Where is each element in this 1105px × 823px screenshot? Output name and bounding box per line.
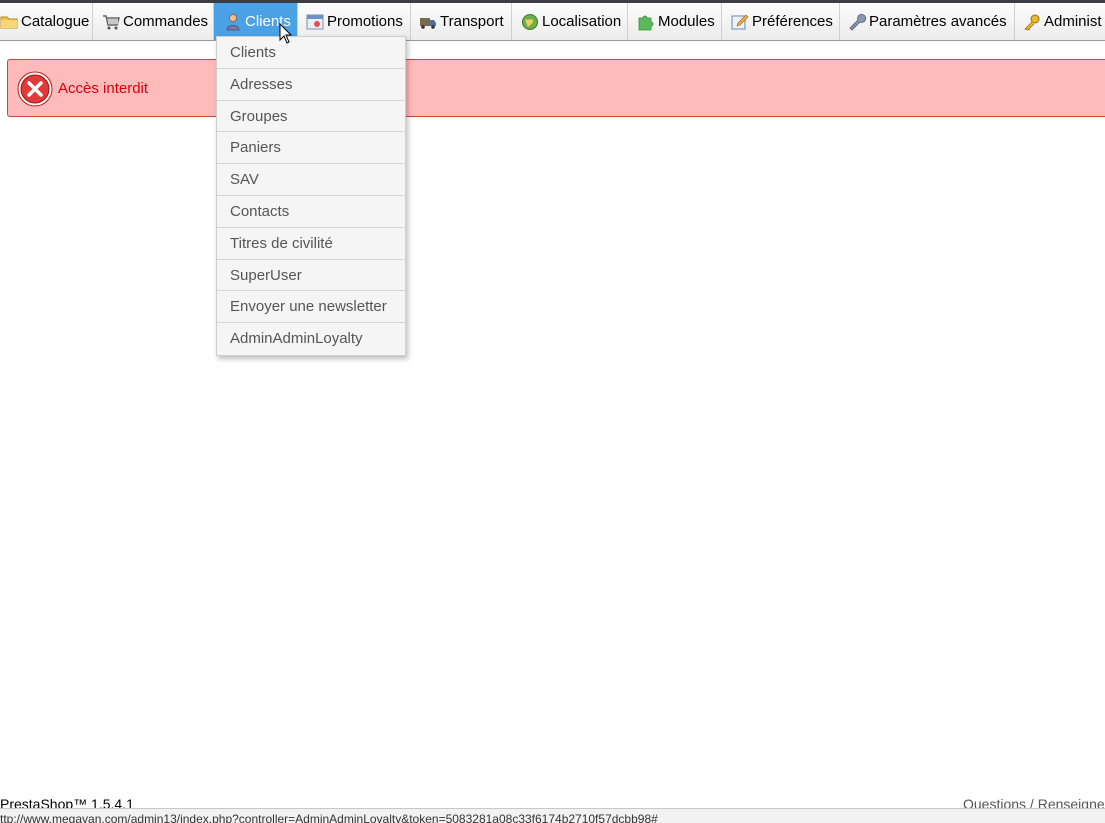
menu-promotions[interactable]: Promotions <box>298 3 411 40</box>
menu-transport[interactable]: Transport <box>411 3 512 40</box>
menu-catalogue[interactable]: Catalogue <box>0 3 93 40</box>
menu-label: Préférences <box>752 13 833 30</box>
menu-label: Promotions <box>327 13 403 30</box>
menu-label: Paramètres avancés <box>869 13 1007 30</box>
menu-label: Transport <box>440 13 504 30</box>
submenu-item-contacts[interactable]: Contacts <box>217 196 405 228</box>
menu-administration[interactable]: Administ <box>1015 3 1105 40</box>
browser-status-bar: ttp://www.megavan.com/admin13/index.php?… <box>0 808 1105 823</box>
error-icon <box>17 71 53 107</box>
menu-label: Localisation <box>542 13 622 30</box>
submenu-item-paniers[interactable]: Paniers <box>217 132 405 165</box>
menu-label: Catalogue <box>21 13 90 30</box>
menu-localisation[interactable]: Localisation <box>512 3 628 40</box>
cart-icon <box>103 14 120 29</box>
submenu-item-clients[interactable]: Clients <box>217 37 405 69</box>
folder-icon <box>0 16 18 28</box>
menu-label: Modules <box>658 13 715 30</box>
menu-label: Commandes <box>123 13 209 30</box>
submenu-item-superuser[interactable]: SuperUser <box>217 260 405 292</box>
key-icon <box>1024 14 1040 31</box>
menu-parametres-avances[interactable]: Paramètres avancés <box>840 3 1015 40</box>
status-url: ttp://www.megavan.com/admin13/index.php?… <box>0 812 658 823</box>
submenu-item-sav[interactable]: SAV <box>217 164 405 196</box>
promotion-icon <box>306 14 324 29</box>
puzzle-icon <box>638 15 654 30</box>
alert-message: Accès interdit <box>58 80 149 97</box>
wrench-icon <box>849 13 866 31</box>
error-alert: Accès interdit <box>7 59 1105 117</box>
main-menu: Catalogue Commandes Clients Promotions T… <box>0 3 1105 41</box>
menu-preferences[interactable]: Préférences <box>722 3 840 40</box>
globe-icon <box>522 13 538 30</box>
mouse-cursor-icon <box>279 23 293 44</box>
menu-commandes[interactable]: Commandes <box>93 3 214 40</box>
submenu-item-groupes[interactable]: Groupes <box>217 101 405 133</box>
edit-icon <box>731 14 749 29</box>
menu-modules[interactable]: Modules <box>628 3 722 40</box>
truck-icon <box>420 17 436 29</box>
submenu-item-titres-de-civilite[interactable]: Titres de civilité <box>217 228 405 260</box>
menu-label: Administ <box>1044 13 1102 30</box>
submenu-item-adminadminloyalty[interactable]: AdminAdminLoyalty <box>217 323 405 355</box>
clients-submenu: Clients Adresses Groupes Paniers SAV Con… <box>216 36 406 356</box>
user-icon <box>226 13 240 30</box>
submenu-item-newsletter[interactable]: Envoyer une newsletter <box>217 291 405 324</box>
submenu-item-adresses[interactable]: Adresses <box>217 69 405 101</box>
